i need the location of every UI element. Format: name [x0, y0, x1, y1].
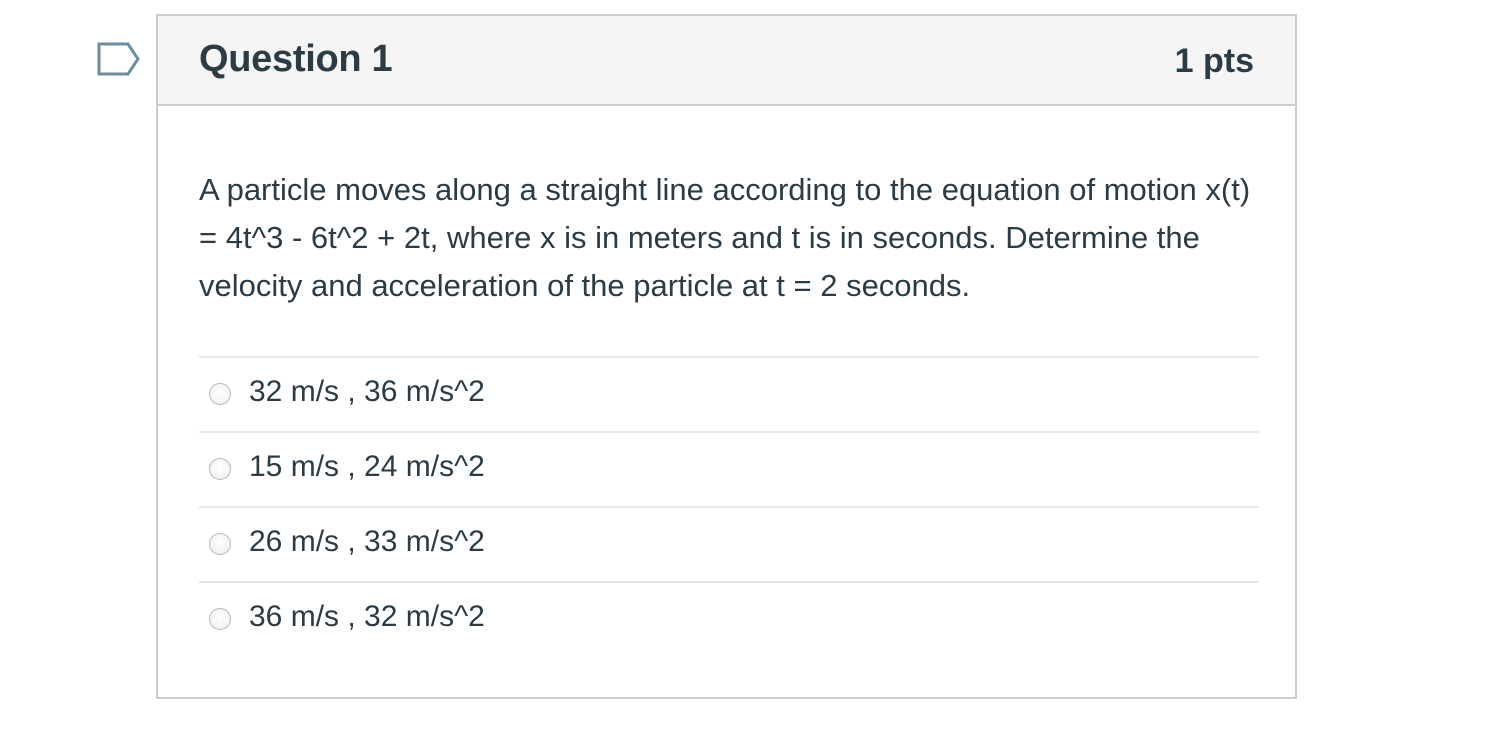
question-title: Question 1: [199, 38, 393, 80]
radio-button-icon[interactable]: [209, 608, 231, 630]
answer-list: 32 m/s , 36 m/s^2 15 m/s , 24 m/s^2 26 m…: [199, 356, 1259, 656]
question-text: A particle moves along a straight line a…: [199, 172, 1251, 303]
question-card: Question 1 1 pts A particle moves along …: [156, 14, 1297, 699]
question-header: Question 1 1 pts: [158, 16, 1295, 106]
answer-option-4[interactable]: 36 m/s , 32 m/s^2: [199, 581, 1259, 656]
radio-button-icon[interactable]: [209, 458, 231, 480]
answer-option-1[interactable]: 32 m/s , 36 m/s^2: [199, 356, 1259, 431]
question-points: 1 pts: [1174, 42, 1254, 80]
answer-label: 32 m/s , 36 m/s^2: [249, 375, 485, 408]
radio-button-icon[interactable]: [209, 383, 231, 405]
answer-option-3[interactable]: 26 m/s , 33 m/s^2: [199, 506, 1259, 581]
answer-option-2[interactable]: 15 m/s , 24 m/s^2: [199, 431, 1259, 506]
answer-label: 15 m/s , 24 m/s^2: [249, 450, 485, 483]
answer-label: 36 m/s , 32 m/s^2: [249, 600, 485, 633]
flag-question-icon[interactable]: [97, 42, 141, 76]
radio-button-icon[interactable]: [209, 533, 231, 555]
answer-label: 26 m/s , 33 m/s^2: [249, 525, 485, 558]
